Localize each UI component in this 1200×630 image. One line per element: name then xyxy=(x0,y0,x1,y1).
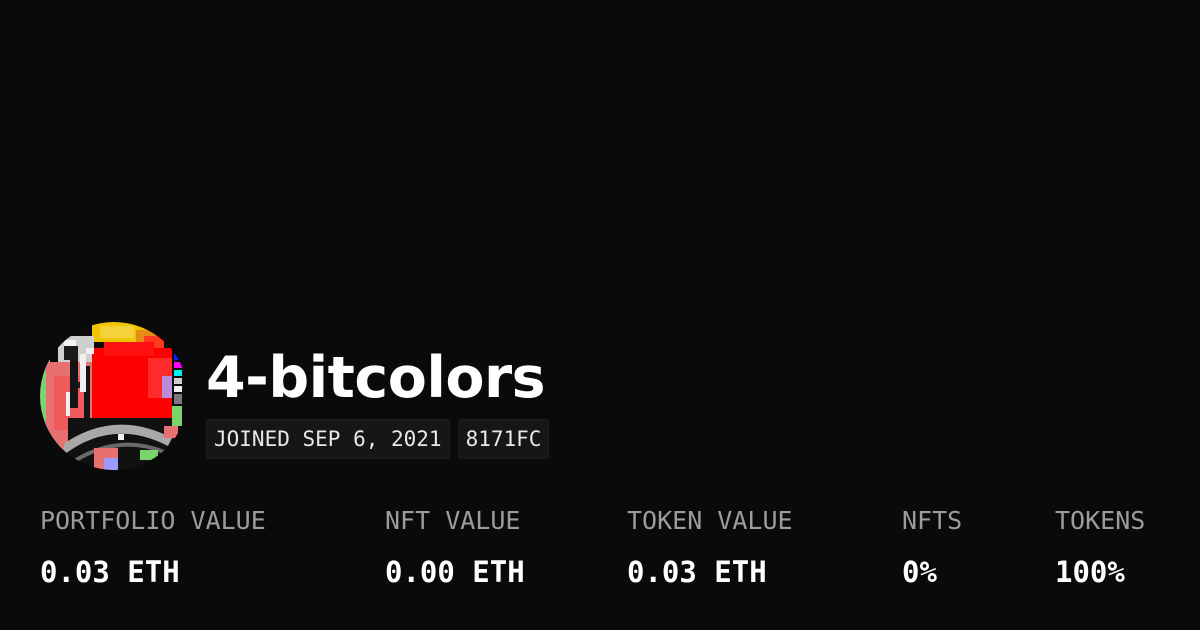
address-badge: 8171FC xyxy=(457,419,550,459)
stat-token-value: TOKEN VALUE 0.03 ETH xyxy=(627,505,793,589)
stat-label: NFT VALUE xyxy=(385,506,521,535)
stat-nfts-share: NFTS 0% xyxy=(902,505,962,589)
stat-value: 0.03 ETH xyxy=(627,555,767,589)
joined-date-badge: JOINED SEP 6, 2021 xyxy=(206,419,450,459)
stat-value: 0.03 ETH xyxy=(40,555,180,589)
stat-portfolio-value: PORTFOLIO VALUE 0.03 ETH xyxy=(40,505,266,589)
stat-label: NFTS xyxy=(902,506,963,535)
stat-tokens-share: TOKENS 100% xyxy=(1055,505,1145,589)
stat-label: TOKENS xyxy=(1055,506,1146,535)
stat-nft-value: NFT VALUE 0.00 ETH xyxy=(385,505,525,589)
stat-value: 0% xyxy=(902,555,937,589)
profile-badges: JOINED SEP 6, 2021 8171FC xyxy=(206,419,550,459)
pixel-art-avatar-icon xyxy=(40,322,188,470)
profile-avatar xyxy=(40,322,188,470)
stat-value: 0.00 ETH xyxy=(385,555,525,589)
stat-value: 100% xyxy=(1055,555,1125,589)
stat-label: TOKEN VALUE xyxy=(627,506,793,535)
profile-username: 4-bitcolors xyxy=(206,345,546,411)
stat-label: PORTFOLIO VALUE xyxy=(40,506,266,535)
